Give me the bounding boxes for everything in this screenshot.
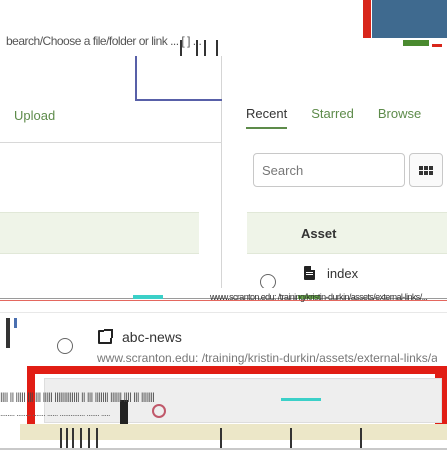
top-header-strip: bearch/Choose a file/folder or link ... … — [0, 0, 447, 56]
asset-chooser-panel: Recent Starred Browse Asset index — [226, 56, 447, 290]
left-highlight-row — [0, 212, 199, 254]
tab-starred[interactable]: Starred — [311, 106, 354, 129]
tab-recent[interactable]: Recent — [246, 106, 288, 129]
header-glitch-text: bearch/Choose a file/folder or link ... … — [6, 34, 202, 48]
glitch-noise-row-2: ........ ........ ....... ...... .......… — [0, 408, 111, 418]
glitch-url-text: www.scranton.edu: /training/kristin-durk… — [210, 292, 428, 302]
left-stub — [6, 318, 10, 348]
left-panel-frame — [135, 56, 222, 101]
asset-url: www.scranton.edu: /training/kristin-durk… — [97, 351, 437, 365]
grid-view-button[interactable] — [409, 153, 443, 187]
select-radio-abc-news[interactable] — [57, 338, 73, 354]
glitch-strip: www.scranton.edu: /training/kristin-durk… — [0, 288, 447, 310]
tab-browse[interactable]: Browse — [378, 106, 421, 129]
header-blue-block — [372, 0, 447, 38]
red-accent-bar — [363, 0, 371, 38]
glitch-cyan-mark — [133, 295, 163, 299]
asset-column-header: Asset — [247, 212, 447, 254]
asset-tabs: Recent Starred Browse — [246, 106, 421, 129]
grid-icon — [419, 165, 433, 175]
file-icon — [304, 266, 315, 280]
green-accent — [403, 40, 429, 46]
external-link-icon — [98, 329, 113, 344]
search-input[interactable] — [253, 153, 405, 187]
left-panel: Upload — [0, 56, 222, 288]
red-accent — [432, 44, 442, 47]
lower-rule — [0, 312, 447, 313]
blue-stub — [14, 318, 17, 328]
asset-row-label-abc-news[interactable]: abc-news — [122, 329, 182, 345]
upload-tab[interactable]: Upload — [14, 108, 55, 123]
lower-section: abc-news www.scranton.edu: /training/kri… — [0, 310, 447, 459]
left-divider — [0, 142, 222, 143]
red-frame-top — [27, 366, 447, 374]
asset-row-label[interactable]: index — [327, 266, 358, 281]
asset-header-label: Asset — [301, 226, 337, 241]
bottom-line — [0, 448, 447, 450]
